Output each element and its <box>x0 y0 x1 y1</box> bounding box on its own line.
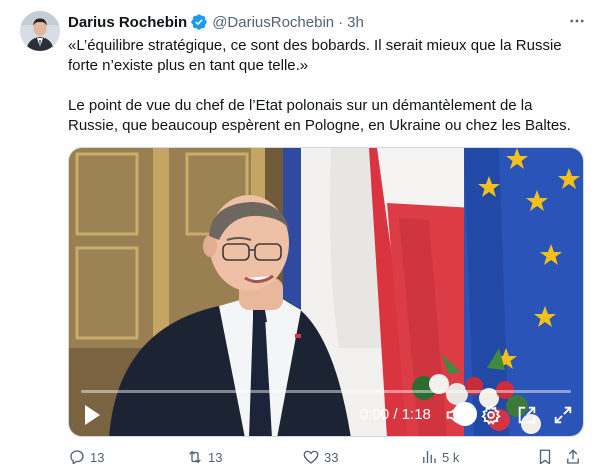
picture-in-picture-icon[interactable] <box>516 404 538 426</box>
repost-button[interactable]: 13 <box>186 448 222 464</box>
tweet-paragraph-context: Le point de vue du chef de l’Etat polona… <box>68 97 571 134</box>
heart-icon <box>303 450 319 464</box>
reply-icon <box>70 450 84 464</box>
analytics-icon <box>423 451 436 463</box>
video-controls: 0:00 / 1:18 <box>69 382 583 436</box>
fullscreen-icon[interactable] <box>552 404 574 426</box>
header-separator: · <box>338 13 344 31</box>
like-count: 33 <box>324 449 339 464</box>
share-button[interactable] <box>564 448 586 464</box>
tweet-text: «L’équilibre stratégique, ce sont des bo… <box>68 36 584 136</box>
bookmark-button[interactable] <box>536 448 558 464</box>
reply-button[interactable]: 13 <box>68 448 104 464</box>
video-timecode: 0:00 / 1:18 <box>360 406 431 423</box>
avatar-portrait <box>20 11 60 51</box>
tweet-actions: 13 13 33 5 k <box>68 448 588 464</box>
views-count: 5 k <box>442 449 460 464</box>
author-avatar[interactable] <box>20 11 60 51</box>
video-progress-bar[interactable] <box>81 390 571 393</box>
verified-badge-icon <box>190 13 208 31</box>
author-name[interactable]: Darius Rochebin <box>68 14 187 31</box>
repost-icon <box>189 450 201 464</box>
bookmark-icon <box>539 449 551 464</box>
like-button[interactable]: 33 <box>302 448 338 464</box>
video-player[interactable]: 0:00 / 1:18 <box>68 147 584 437</box>
mute-icon[interactable] <box>444 404 466 426</box>
share-icon <box>567 449 579 464</box>
play-icon[interactable] <box>83 404 101 426</box>
more-options-icon[interactable] <box>566 11 588 31</box>
tweet-timestamp[interactable]: 3h <box>347 14 364 31</box>
reply-count: 13 <box>90 449 105 464</box>
tweet-header: Darius Rochebin @DariusRochebin · 3h <box>68 12 364 32</box>
author-handle[interactable]: @DariusRochebin <box>212 14 334 31</box>
tweet: Darius Rochebin @DariusRochebin · 3h «L’… <box>0 0 592 464</box>
settings-gear-icon[interactable] <box>480 404 502 426</box>
repost-count: 13 <box>208 449 223 464</box>
tweet-paragraph-quote: «L’équilibre stratégique, ce sont des bo… <box>68 37 562 74</box>
views-button[interactable]: 5 k <box>420 448 459 464</box>
